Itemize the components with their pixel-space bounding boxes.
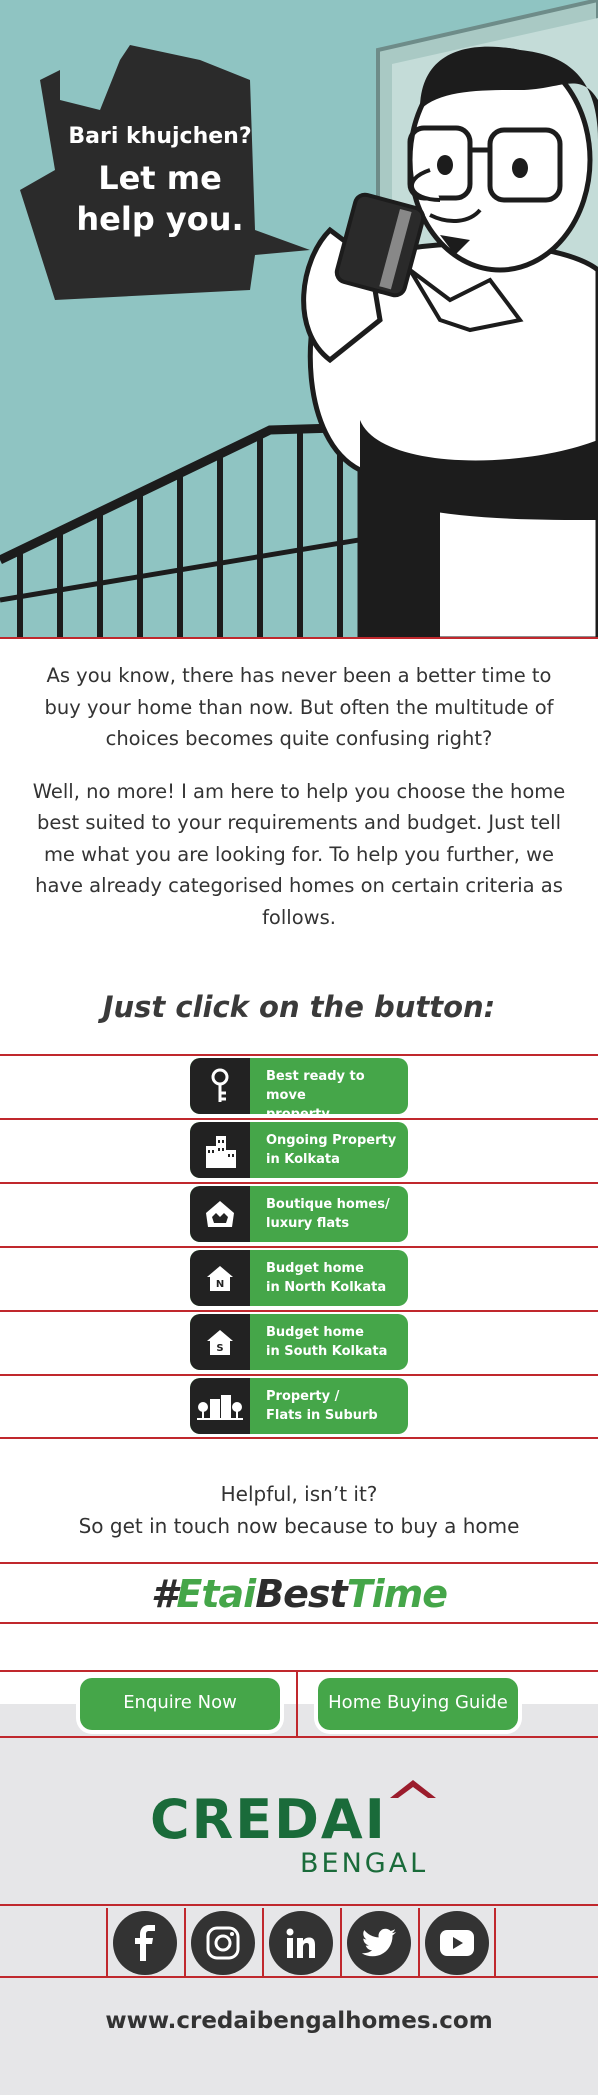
social-links	[0, 1904, 598, 1978]
buildings-icon	[190, 1122, 250, 1178]
social-cell	[262, 1908, 340, 1976]
social-cell	[418, 1908, 496, 1976]
category-label: Budget home in North Kolkata	[266, 1261, 387, 1295]
luxury-home-icon	[190, 1186, 250, 1242]
helpful-line-1: Helpful, isn’t it?	[220, 1482, 378, 1506]
cta-heading: Just click on the button:	[102, 990, 496, 1024]
category-button-north-kolkata[interactable]: N Budget home in North Kolkata	[190, 1250, 408, 1306]
facebook-icon[interactable]	[113, 1911, 177, 1975]
twitter-icon[interactable]	[347, 1911, 411, 1975]
linkedin-icon[interactable]	[269, 1911, 333, 1975]
website-url-link[interactable]: www.credaibengalhomes.com	[0, 2008, 598, 2034]
intro-paragraph-1: As you know, there has never been a bett…	[44, 664, 554, 750]
category-button-ready-to-move[interactable]: Best ready to move property	[190, 1058, 408, 1114]
category-label: Best ready to move property	[266, 1069, 365, 1114]
social-cell	[184, 1908, 262, 1976]
category-row: Ongoing Property in Kolkata	[0, 1118, 598, 1182]
social-cell	[340, 1908, 418, 1976]
category-row: S Budget home in South Kolkata	[0, 1310, 598, 1374]
svg-text:S: S	[216, 1343, 223, 1354]
logo-main-text: CREDAI	[150, 1788, 387, 1851]
bubble-line-2: Let me	[98, 159, 222, 197]
credai-bengal-logo[interactable]: CREDAI BENGAL	[150, 1778, 450, 1879]
hashtag: #EtaiBestTime	[150, 1572, 448, 1616]
instagram-icon[interactable]	[191, 1911, 255, 1975]
action-divider	[296, 1672, 298, 1738]
logo-roof-icon	[390, 1780, 436, 1798]
action-bar: Enquire Now Home Buying Guide	[0, 1670, 598, 1738]
intro-paragraph-2: Well, no more! I am here to help you cho…	[32, 779, 566, 929]
suburb-icon	[190, 1378, 250, 1434]
category-button-south-kolkata[interactable]: S Budget home in South Kolkata	[190, 1314, 408, 1370]
intro-text: As you know, there has never been a bett…	[26, 660, 572, 954]
north-home-icon: N	[190, 1250, 250, 1306]
category-label: Boutique homes/ luxury flats	[266, 1197, 390, 1231]
category-button-ongoing[interactable]: Ongoing Property in Kolkata	[190, 1122, 408, 1178]
category-button-boutique[interactable]: Boutique homes/ luxury flats	[190, 1186, 408, 1242]
speech-bubble: Bari khujchen? Let me help you.	[50, 122, 270, 240]
hero-banner: Bari khujchen? Let me help you.	[0, 0, 598, 639]
south-home-icon: S	[190, 1314, 250, 1370]
hashtag-word-1: Etai	[176, 1572, 256, 1616]
hashtag-symbol: #	[150, 1572, 177, 1616]
logo-sub-text: BENGAL	[300, 1848, 429, 1879]
hashtag-banner: #EtaiBestTime	[0, 1562, 598, 1624]
bubble-line-1: Bari khujchen?	[68, 124, 252, 149]
category-row: Best ready to move property	[0, 1054, 598, 1118]
hashtag-word-2: Best	[255, 1572, 348, 1616]
helpful-text: Helpful, isn’t it? So get in touch now b…	[0, 1478, 598, 1542]
home-buying-guide-button[interactable]: Home Buying Guide	[318, 1678, 518, 1730]
svg-text:N: N	[216, 1279, 224, 1290]
footer: CREDAI BENGAL www.credaibengalhomes.com	[0, 1738, 598, 2095]
category-row: N Budget home in North Kolkata	[0, 1246, 598, 1310]
category-label: Ongoing Property in Kolkata	[266, 1133, 397, 1167]
helpful-line-2: So get in touch now because to buy a hom…	[78, 1514, 520, 1538]
category-label: Property / Flats in Suburb	[266, 1389, 378, 1423]
hashtag-word-3: Time	[346, 1572, 448, 1616]
key-icon	[190, 1058, 250, 1114]
bubble-line-3: help you.	[76, 200, 244, 238]
category-row: Property / Flats in Suburb	[0, 1374, 598, 1439]
category-button-suburb[interactable]: Property / Flats in Suburb	[190, 1378, 408, 1434]
category-label: Budget home in South Kolkata	[266, 1325, 388, 1359]
hero-illustration	[0, 0, 598, 637]
social-cell	[106, 1908, 184, 1976]
enquire-now-button[interactable]: Enquire Now	[80, 1678, 280, 1730]
youtube-icon[interactable]	[425, 1911, 489, 1975]
category-row: Boutique homes/ luxury flats	[0, 1182, 598, 1246]
